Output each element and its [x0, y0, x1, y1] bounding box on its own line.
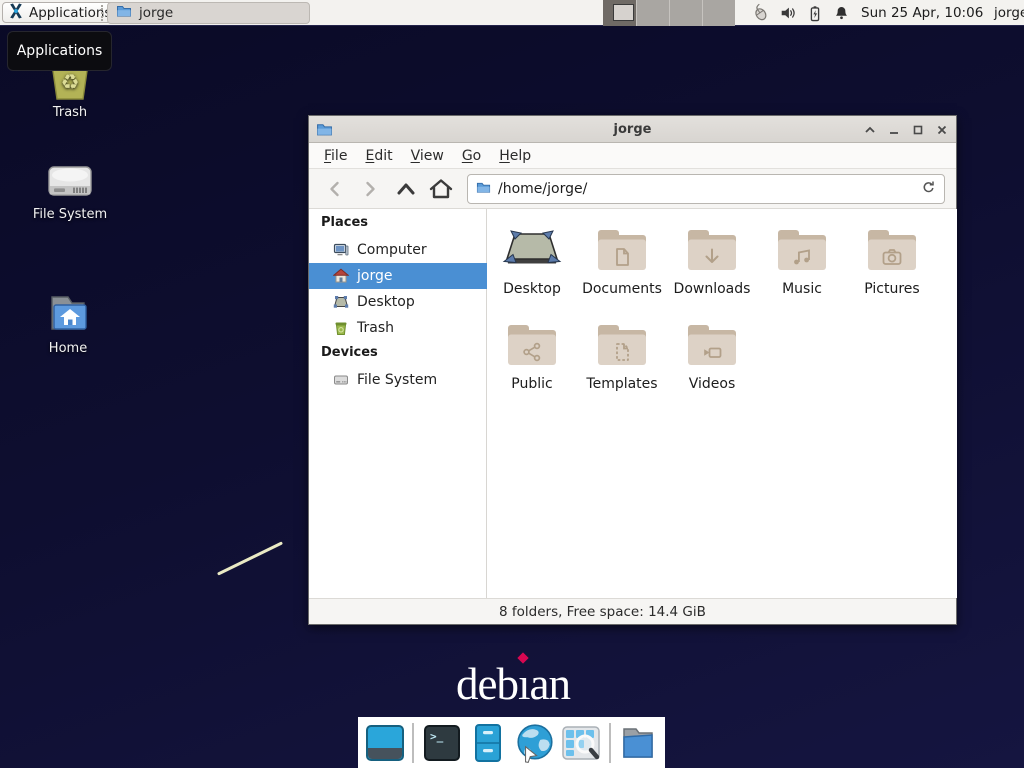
workspace-3[interactable] — [669, 0, 702, 26]
file-manager-icon[interactable] — [467, 721, 508, 765]
panel-username: jorge — [994, 0, 1024, 26]
places-header: Places — [321, 215, 368, 230]
window-title: jorge — [309, 122, 956, 137]
volume-icon[interactable] — [779, 4, 797, 22]
desktop-icon-label: Home — [16, 341, 120, 356]
dock-separator — [412, 723, 414, 763]
reload-icon[interactable] — [921, 180, 936, 199]
notifications-icon[interactable] — [833, 4, 850, 22]
sidebar-item-trash[interactable]: Trash — [309, 315, 487, 341]
dock-panel — [358, 717, 665, 768]
drag-handle-icon[interactable] — [101, 5, 104, 21]
path-folder-icon — [476, 180, 491, 199]
toolbar — [309, 169, 956, 209]
show-desktop-icon[interactable] — [364, 721, 405, 765]
maximize-button[interactable] — [911, 123, 924, 136]
desktop-icon-home[interactable]: Home — [16, 292, 120, 356]
devices-header: Devices — [321, 345, 378, 360]
pager-window-rect — [613, 4, 634, 21]
applications-tooltip: Applications — [7, 31, 112, 71]
menu-go[interactable]: Go — [453, 145, 490, 167]
desktop-icon-file-system[interactable]: File System — [18, 162, 122, 222]
menu-view[interactable]: View — [402, 145, 453, 167]
debian-logo: debıan — [456, 658, 570, 710]
folder-icon[interactable] — [618, 721, 659, 765]
sidebar-item-computer[interactable]: Computer — [309, 237, 487, 263]
statusbar: 8 folders, Free space: 14.4 GiB — [309, 598, 956, 624]
user-home-icon — [333, 268, 349, 284]
desktop-icon — [333, 294, 349, 310]
workspace-pager — [603, 0, 735, 26]
path-input[interactable] — [498, 181, 914, 197]
minimize-button[interactable] — [887, 123, 900, 136]
sidebar-item-desktop[interactable]: Desktop — [309, 289, 487, 315]
file-item-public[interactable]: Public — [488, 315, 576, 392]
panel-clock[interactable]: Sun 25 Apr, 10:06 — [861, 0, 983, 26]
file-item-music[interactable]: Music — [758, 220, 846, 297]
sidebar-item-jorge[interactable]: jorge — [309, 263, 487, 289]
dock-separator — [609, 723, 611, 763]
folder-icon — [116, 3, 132, 23]
home-folder-icon — [16, 292, 120, 338]
file-item-desktop[interactable]: Desktop — [488, 220, 576, 297]
file-item-templates[interactable]: Templates — [578, 315, 666, 392]
workspace-4[interactable] — [702, 0, 735, 26]
drive-icon — [333, 372, 349, 388]
sidebar-item-file-system[interactable]: File System — [309, 367, 487, 393]
file-item-documents[interactable]: Documents — [578, 220, 666, 297]
trash-icon — [333, 320, 349, 336]
top-panel: Applications jorge Sun 25 Apr, 10:06 jor… — [0, 0, 1024, 26]
window-folder-icon — [316, 121, 333, 142]
shade-button[interactable] — [863, 123, 876, 136]
up-button[interactable] — [392, 176, 420, 202]
application-finder-icon[interactable] — [561, 721, 602, 765]
workspace-2[interactable] — [636, 0, 669, 26]
file-view[interactable]: Desktop Documents Downloads Music Pictur… — [488, 209, 957, 598]
path-bar[interactable] — [467, 174, 945, 204]
close-button[interactable] — [935, 123, 948, 136]
taskbar-window-label: jorge — [139, 5, 173, 21]
taskbar-window-button[interactable]: jorge — [107, 2, 310, 24]
system-tray — [750, 0, 850, 26]
home-button[interactable] — [427, 176, 455, 202]
menu-edit[interactable]: Edit — [356, 145, 401, 167]
xfce-logo-icon — [8, 3, 24, 23]
file-item-videos[interactable]: Videos — [668, 315, 756, 392]
desktop-special-icon — [502, 226, 562, 274]
cursor-trail-line — [217, 541, 283, 575]
web-browser-icon[interactable] — [514, 721, 556, 765]
forward-button[interactable] — [356, 176, 384, 202]
menu-file[interactable]: File — [315, 145, 356, 167]
menubar: File Edit View Go Help — [309, 143, 956, 169]
computer-icon — [333, 242, 349, 258]
file-manager-window: jorge File Edit View Go Help — [308, 115, 957, 625]
mouse-icon[interactable] — [750, 3, 770, 23]
side-pane: Places Computer jorge Desktop Trash Devi… — [309, 209, 487, 598]
desktop-icon-label: File System — [18, 207, 122, 222]
workspace-1[interactable] — [603, 0, 636, 26]
menu-help[interactable]: Help — [490, 145, 540, 167]
drive-icon — [18, 162, 122, 204]
window-titlebar[interactable]: jorge — [309, 116, 956, 143]
applications-menu-label: Applications — [29, 5, 111, 21]
tooltip-text: Applications — [17, 43, 103, 59]
back-button[interactable] — [321, 176, 349, 202]
status-text: 8 folders, Free space: 14.4 GiB — [499, 604, 706, 620]
desktop-icon-label: Trash — [18, 105, 122, 120]
file-item-downloads[interactable]: Downloads — [668, 220, 756, 297]
terminal-icon[interactable] — [421, 721, 462, 765]
file-item-pictures[interactable]: Pictures — [848, 220, 936, 297]
battery-charging-icon[interactable] — [806, 4, 824, 23]
